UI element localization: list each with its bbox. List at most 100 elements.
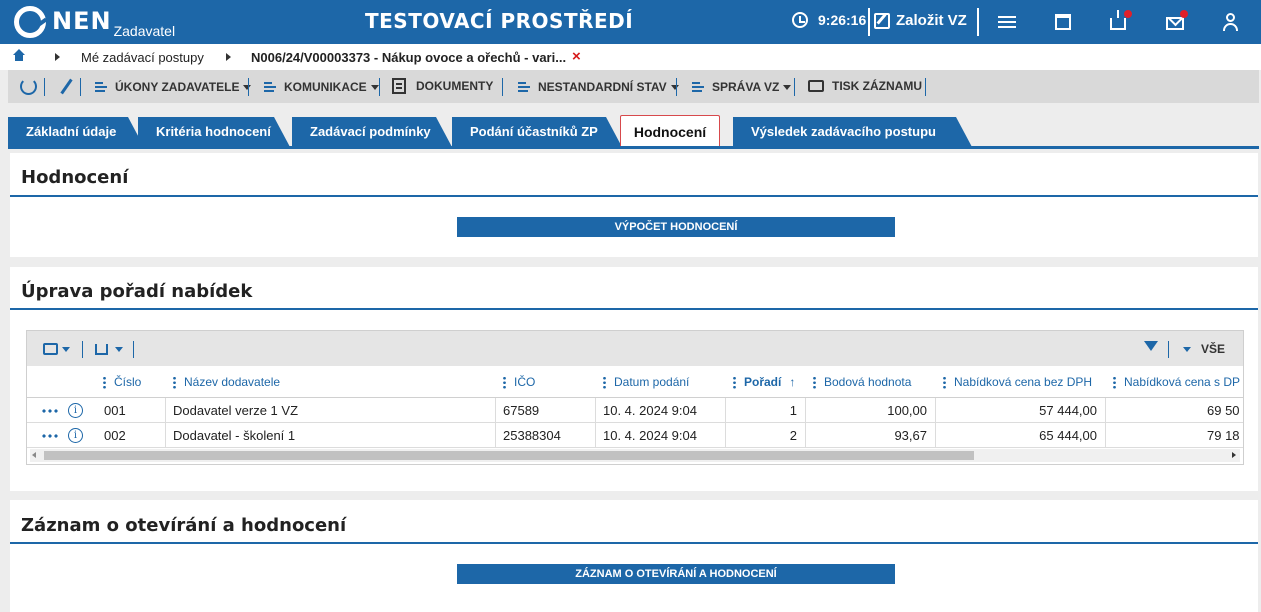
uprava-poradi-panel: Úprava pořadí nabídek VŠE Číslo Název do… <box>10 267 1258 491</box>
toolbar-divider <box>925 78 926 96</box>
tab-podani-ucastniku[interactable]: Podání účastníků ZP <box>452 117 622 147</box>
column-header-poradi[interactable]: Pořadí ↑ <box>733 366 795 397</box>
tisk-zaznamu-label: TISK ZÁZNAMU <box>832 79 922 93</box>
tab-label: Výsledek zadávacího postupu <box>751 124 936 139</box>
grid-toolbar-divider <box>82 341 83 358</box>
logo-subtitle: Zadavatel <box>113 23 176 39</box>
pencil-icon[interactable] <box>60 78 73 95</box>
create-tender-button[interactable]: Založit VZ <box>874 12 967 29</box>
cell-cena-s-dph: 69 50 <box>1207 403 1240 418</box>
logo-circle-icon <box>14 6 46 38</box>
breadcrumb-item-current[interactable]: N006/24/V00003373 - Nákup ovoce a ořechů… <box>251 50 566 65</box>
column-header-nazev[interactable]: Název dodavatele <box>173 366 280 397</box>
tab-kriteria-hodnoceni[interactable]: Kritéria hodnocení <box>138 117 290 147</box>
uprava-poradi-title: Úprava pořadí nabídek <box>21 281 253 302</box>
column-header-cislo[interactable]: Číslo <box>103 366 142 397</box>
breadcrumb-item-my-procedures[interactable]: Mé zadávací postupy <box>81 50 204 65</box>
scroll-right-icon[interactable] <box>1232 452 1236 458</box>
tab-bar: Základní údaje Kritéria hodnocení Zadáva… <box>0 103 1261 149</box>
grid-toolbar-divider <box>133 341 134 358</box>
horizontal-scrollbar[interactable] <box>30 449 1240 462</box>
caret-down-icon <box>370 84 379 90</box>
cell-bodova-hodnota: 93,67 <box>894 428 927 443</box>
column-header-ico[interactable]: IČO <box>503 366 535 397</box>
export-icon[interactable] <box>95 344 108 355</box>
breadcrumb: Mé zadávací postupy N006/24/V00003373 - … <box>0 44 1261 70</box>
tab-zakladni-udaje[interactable]: Základní údaje <box>8 117 144 147</box>
cell-cena-bez-dph: 65 444,00 <box>1039 428 1097 443</box>
close-icon[interactable]: × <box>572 48 581 65</box>
more-actions-icon[interactable] <box>41 434 59 438</box>
home-icon[interactable] <box>13 49 25 62</box>
column-header-bodova-hodnota[interactable]: Bodová hodnota <box>813 366 911 397</box>
zaznam-title: Záznam o otevírání a hodnocení <box>21 515 347 536</box>
cell-bodova-hodnota: 100,00 <box>887 403 927 418</box>
list-icon <box>518 81 532 93</box>
tab-zadavaci-podminky[interactable]: Zadávací podmínky <box>292 117 452 147</box>
cell-ico: 25388304 <box>503 428 561 443</box>
cell-ico: 67589 <box>503 403 540 418</box>
column-header-datum[interactable]: Datum podání <box>603 366 689 397</box>
sprava-vz-menu[interactable]: SPRÁVA VZ <box>692 80 792 94</box>
vypocet-hodnoceni-button[interactable]: VÝPOČET HODNOCENÍ <box>457 217 895 237</box>
tab-label: Kritéria hodnocení <box>156 124 271 139</box>
print-icon <box>808 80 824 92</box>
menu-icon[interactable] <box>997 13 1017 33</box>
toolbar-divider <box>794 78 795 96</box>
column-header-cena-bez-dph[interactable]: Nabídková cena bez DPH <box>943 366 1092 397</box>
cell-datum: 10. 4. 2024 9:04 <box>603 428 697 443</box>
list-icon <box>264 81 278 93</box>
toolbar-divider <box>379 78 380 96</box>
inbox-icon[interactable] <box>1110 10 1126 30</box>
cell-poradi: 2 <box>789 428 797 443</box>
action-toolbar: ÚKONY ZADAVATELE KOMUNIKACE DOKUMENTY NE… <box>8 70 1259 103</box>
chevron-right-icon <box>226 53 231 61</box>
panel-divider <box>10 542 1258 544</box>
nestandardni-stav-menu[interactable]: NESTANDARDNÍ STAV <box>518 80 679 94</box>
column-header-label: Číslo <box>114 375 142 389</box>
zaznam-o-otevirani-button[interactable]: ZÁZNAM O OTEVÍRÁNÍ A HODNOCENÍ <box>457 564 895 584</box>
caret-down-icon[interactable] <box>1183 347 1191 352</box>
chevron-right-icon <box>55 53 60 61</box>
grid-header: Číslo Název dodavatele IČO Datum podání … <box>27 366 1243 398</box>
filter-all-label[interactable]: VŠE <box>1201 342 1225 356</box>
nen-logo[interactable]: NEN Zadavatel <box>14 6 175 39</box>
komunikace-label: KOMUNIKACE <box>284 80 367 94</box>
dokumenty-button[interactable]: DOKUMENTY <box>392 78 493 94</box>
tisk-zaznamu-button[interactable]: TISK ZÁZNAMU <box>808 79 922 93</box>
komunikace-menu[interactable]: KOMUNIKACE <box>264 80 379 94</box>
calendar-icon[interactable] <box>1055 14 1071 30</box>
inbox-notification-dot <box>1124 10 1132 18</box>
mail-icon[interactable] <box>1166 17 1184 30</box>
table-row[interactable]: i 001 Dodavatel verze 1 VZ 67589 10. 4. … <box>27 398 1243 423</box>
toolbar-divider <box>248 78 249 96</box>
logo-text: NEN <box>52 7 112 35</box>
user-icon[interactable] <box>1221 12 1241 32</box>
filter-icon[interactable] <box>1144 341 1158 351</box>
scroll-left-icon[interactable] <box>32 452 36 458</box>
scrollbar-thumb[interactable] <box>44 451 974 460</box>
cell-cena-s-dph: 79 18 <box>1207 428 1240 443</box>
info-icon[interactable]: i <box>68 403 83 418</box>
refresh-icon[interactable] <box>20 78 37 95</box>
table-row[interactable]: i 002 Dodavatel - školení 1 25388304 10.… <box>27 423 1243 448</box>
tab-vysledek-zadavaciho-postupu[interactable]: Výsledek zadávacího postupu <box>733 117 972 147</box>
column-header-label: Pořadí <box>744 375 782 389</box>
caret-down-icon[interactable] <box>115 347 123 352</box>
more-actions-icon[interactable] <box>41 409 59 413</box>
panel-divider <box>10 308 1258 310</box>
cell-nazev: Dodavatel - školení 1 <box>173 428 296 443</box>
panel-divider <box>10 195 1258 197</box>
column-header-cena-s-dph[interactable]: Nabídková cena s DP <box>1113 366 1241 397</box>
print-grid-icon[interactable] <box>43 343 58 355</box>
ukony-zadavatele-label: ÚKONY ZADAVATELE <box>115 80 240 94</box>
create-tender-label: Založit VZ <box>896 12 967 29</box>
zaznam-panel: Záznam o otevírání a hodnocení ZÁZNAM O … <box>10 500 1258 612</box>
toolbar-divider <box>502 78 503 96</box>
caret-down-icon[interactable] <box>62 347 70 352</box>
ukony-zadavatele-menu[interactable]: ÚKONY ZADAVATELE <box>95 80 252 94</box>
header-divider <box>868 8 870 36</box>
info-icon[interactable]: i <box>68 428 83 443</box>
tab-hodnoceni[interactable]: Hodnocení <box>620 115 720 148</box>
column-header-label: Nabídková cena s DP <box>1124 375 1241 389</box>
